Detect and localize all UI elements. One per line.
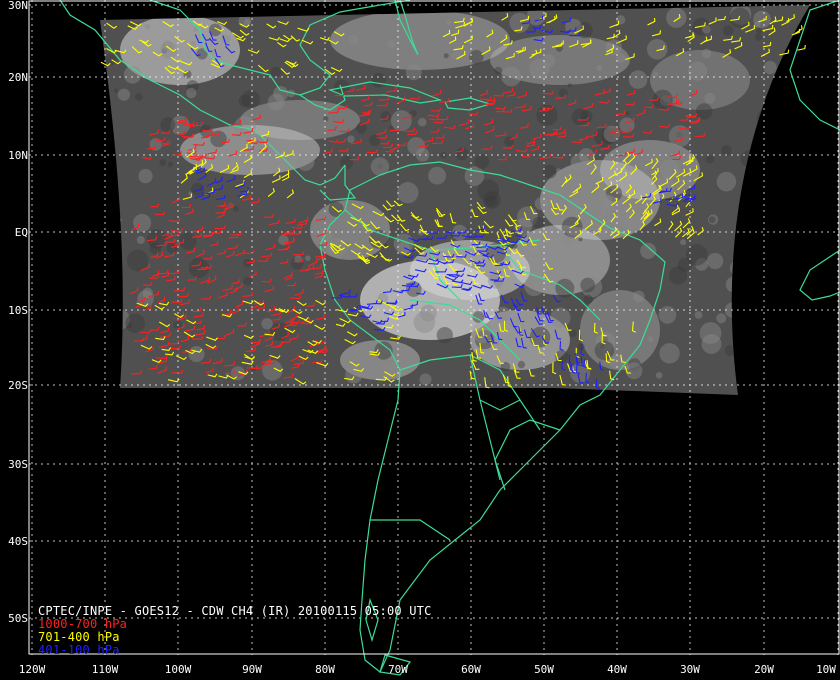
map-canvas [28,0,840,676]
lon-label-100w: 100W [164,663,192,676]
lat-label-30n: 30N [8,0,28,12]
lat-label-50s: 50S [8,612,28,625]
lon-label-10w: 10W [816,663,836,676]
lon-label-50w: 50W [534,663,554,676]
lon-label-30w: 30W [680,663,700,676]
lat-label-eq: EQ [14,226,28,239]
lon-label-80w: 80W [315,663,335,676]
lon-label-120w: 120W [18,663,46,676]
lat-label-20s: 20S [8,379,28,392]
lat-label-10s: 10S [8,304,28,317]
ir-satellite-imagery [100,5,810,395]
lat-label-20n: 20N [8,71,28,84]
lon-label-110w: 110W [91,663,119,676]
lon-label-70w: 70W [388,663,408,676]
lat-label-10n: 10N [8,149,28,162]
lat-label-40s: 40S [8,535,28,548]
lon-label-40w: 40W [607,663,627,676]
legend-high-level: 401-100 hPa [38,643,120,657]
lon-label-90w: 90W [242,663,262,676]
satellite-wind-map: 30N 20N 10N EQ 10S 20S 30S 40S 50S 120W … [0,0,840,680]
lon-label-20w: 20W [754,663,774,676]
lat-label-30s: 30S [8,458,28,471]
lon-label-60w: 60W [461,663,481,676]
